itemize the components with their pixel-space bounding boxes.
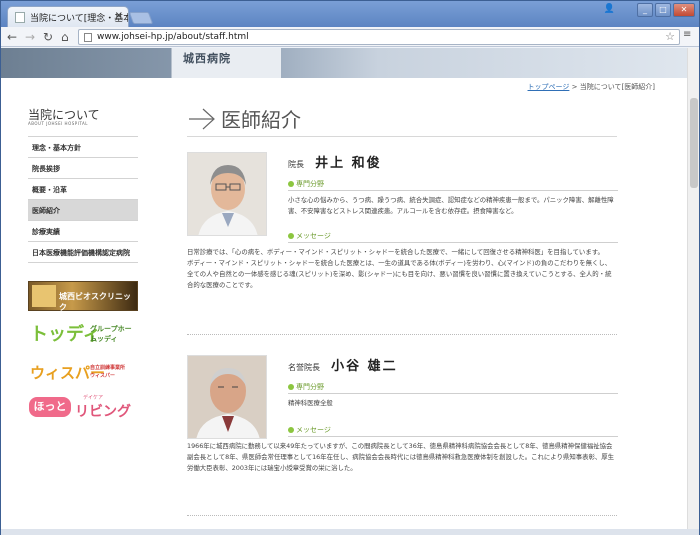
specialty-text: 小さな心の悩みから、うつ病、躁うつ病、統合失調症、認知症などの精神疾患一般まで。… — [288, 196, 614, 215]
specialty-label: 専門分野 — [288, 179, 618, 191]
new-tab-button[interactable] — [128, 12, 154, 24]
group-home-line2: トッディ — [90, 335, 118, 343]
breadcrumb-separator: > — [569, 83, 580, 91]
scrollbar-thumb[interactable] — [690, 98, 698, 188]
specialty-label-text: 専門分野 — [296, 383, 324, 391]
page-icon — [84, 33, 92, 42]
specialty-label: 専門分野 — [288, 382, 618, 394]
bookmark-star-icon[interactable]: ☆ — [665, 30, 675, 43]
sidebar-item-doctors[interactable]: 医師紹介 — [28, 200, 138, 221]
wisper-line1: 自立訓練事業所 — [90, 365, 126, 371]
specialty-label-text: 専門分野 — [296, 180, 324, 188]
sidebar-nav: 理念・基本方針 院長挨拶 概要・沿革 医師紹介 診療実績 日本医療機能評価機構認… — [28, 136, 138, 263]
group-home-banner[interactable]: トッディ グループホーム トッディ — [28, 318, 138, 348]
home-icon[interactable]: ⌂ — [61, 29, 69, 45]
tab-close-icon[interactable]: × — [115, 10, 123, 21]
clinic-banner-image — [32, 285, 56, 307]
page-favicon-icon — [15, 12, 25, 23]
message-text: 1966年に城西病院に勤務して以来49年たっていますが、この間病院長として36年… — [187, 442, 615, 472]
clinic-banner-text: 城西ビオスクリニック — [59, 292, 131, 312]
message-label: メッセージ — [288, 231, 618, 243]
living-big: リビング — [75, 404, 131, 420]
living-banner[interactable]: ほっと デイケア リビング — [28, 393, 138, 423]
breadcrumb: トップページ > 当院について[医師紹介] — [528, 82, 655, 92]
vertical-scrollbar[interactable] — [687, 48, 699, 529]
sidebar-item-philosophy[interactable]: 理念・基本方針 — [28, 137, 138, 158]
page-viewport: 城西病院 トップページ > 当院について[医師紹介] 当院について ABOUT … — [1, 48, 687, 529]
doctor-photo — [187, 152, 267, 236]
browser-toolbar: ← → ↻ ⌂ www.johsei-hp.jp/about/staff.htm… — [1, 27, 699, 47]
message-text: 日常診療では、「心の病を、ボディー・マインド・スピリット・シャドーを統合した医療… — [187, 248, 604, 256]
message-label-text: メッセージ — [296, 426, 331, 434]
page-heading-text: 医師紹介 — [221, 108, 301, 132]
menu-icon[interactable]: ≡ — [683, 30, 695, 42]
address-url: www.johsei-hp.jp/about/staff.html — [97, 32, 249, 42]
green-dot-icon — [288, 427, 294, 433]
message-label-text: メッセージ — [296, 232, 331, 240]
doctor-name: 井上 和俊 — [315, 156, 382, 171]
doctor-name: 小谷 雄二 — [331, 359, 398, 374]
close-window-button[interactable]: ✕ — [673, 3, 695, 17]
wisper-banner[interactable]: ウィスパー 自立訓練事業所 ウィスパー — [28, 358, 138, 388]
green-dot-icon — [288, 181, 294, 187]
back-arrow-icon[interactable]: ← — [7, 29, 17, 45]
section-divider — [187, 515, 617, 516]
sidebar-item-overview[interactable]: 概要・沿革 — [28, 179, 138, 200]
sidebar-subtitle: ABOUT JOHSEI HOSPITAL — [28, 121, 88, 126]
living-pill: ほっと — [29, 397, 71, 417]
green-dot-icon — [288, 384, 294, 390]
doctor-info: 名誉院長 小谷 雄二 専門分野 精神科医療全般 メッセージ 1966年に城西病院… — [187, 355, 618, 474]
green-dot-icon — [288, 233, 294, 239]
doctor-info: 院長 井上 和俊 専門分野 小さな心の悩みから、うつ病、躁うつ病、統合失調症、認… — [187, 152, 618, 291]
sidebar-item-results[interactable]: 診療実績 — [28, 221, 138, 242]
page-title: 医師紹介 — [187, 104, 301, 133]
heading-divider — [187, 136, 617, 137]
doctor-role: 名誉院長 — [288, 363, 320, 372]
hospital-sign: 城西病院 — [183, 52, 231, 65]
specialty-text: 精神科医療全般 — [288, 399, 333, 407]
breadcrumb-home-link[interactable]: トップページ — [528, 83, 570, 91]
browser-window: 当院について[理念・基本方 × 👤 _ □ ✕ ← → ↻ ⌂ www.johs… — [0, 0, 700, 535]
browser-tab[interactable]: 当院について[理念・基本方 × — [7, 6, 129, 27]
forward-arrow-icon[interactable]: → — [25, 29, 35, 45]
wisper-line2: ウィスパー — [90, 373, 116, 379]
doctor-role: 院長 — [288, 160, 304, 169]
window-controls: _ □ ✕ — [637, 3, 695, 17]
reload-icon[interactable]: ↻ — [43, 29, 53, 45]
sidebar-item-greeting[interactable]: 院長挨拶 — [28, 158, 138, 179]
address-bar[interactable]: www.johsei-hp.jp/about/staff.html ☆ — [78, 29, 680, 45]
sidebar-item-accreditation[interactable]: 日本医療機能評価機構認定病院 — [28, 242, 138, 263]
maximize-button[interactable]: □ — [655, 3, 671, 17]
user-icon[interactable]: 👤 — [604, 4, 615, 14]
living-small: デイケア — [83, 395, 104, 401]
clinic-banner[interactable]: 城西ビオスクリニック — [28, 281, 138, 312]
section-divider — [187, 334, 617, 335]
message-label: メッセージ — [288, 425, 618, 437]
arrow-right-icon — [189, 108, 215, 129]
hero-image: 城西病院 — [1, 48, 687, 78]
breadcrumb-current: 当院について[医師紹介] — [579, 83, 655, 91]
title-bar: 当院について[理念・基本方 × 👤 _ □ ✕ — [1, 1, 699, 27]
status-bar — [1, 529, 699, 535]
minimize-button[interactable]: _ — [637, 3, 653, 17]
message-text-2: ボディー・マインド・スピリット・シャドーを統合した医療とは、一生の道具である体(… — [187, 259, 612, 289]
doctor-photo — [187, 355, 267, 439]
